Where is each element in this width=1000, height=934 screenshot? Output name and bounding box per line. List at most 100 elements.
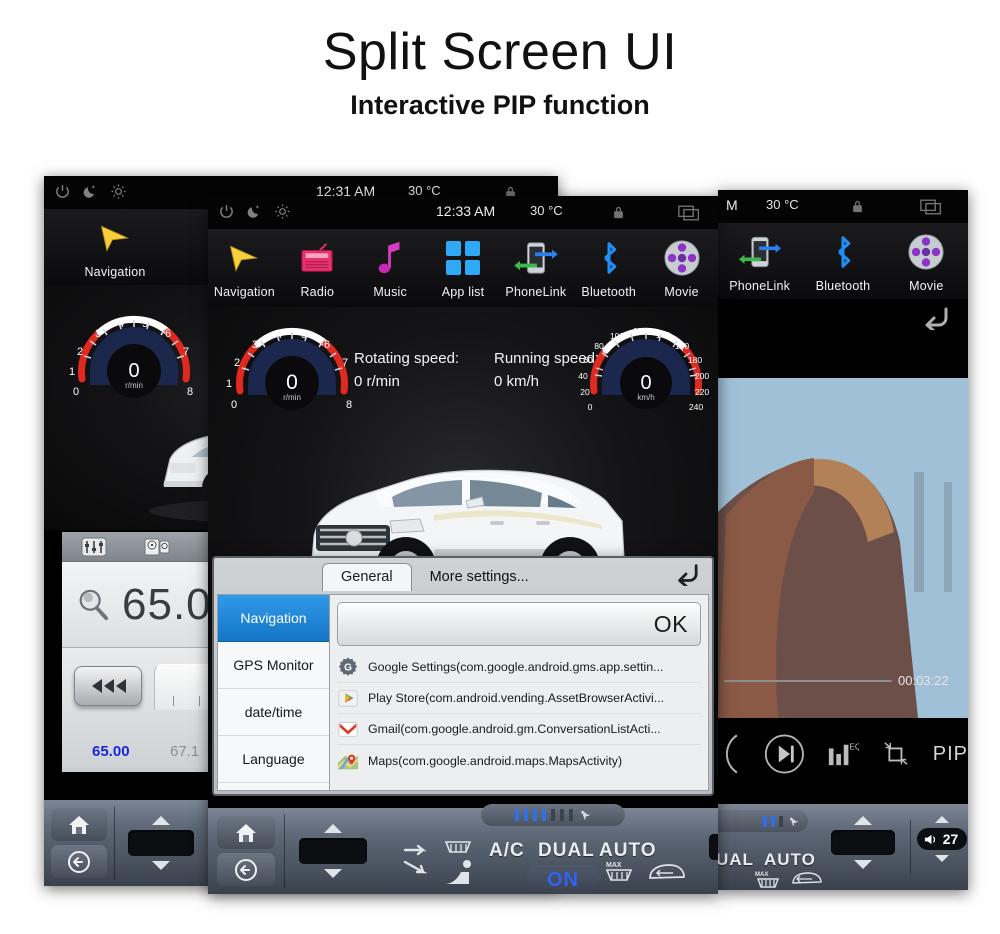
back-button[interactable] [217, 853, 275, 886]
seek-back-button[interactable] [74, 666, 142, 706]
sidebar-item-gps-monitor[interactable]: GPS Monitor [218, 642, 329, 689]
svg-text:r/min: r/min [283, 393, 301, 402]
settings-input-row[interactable]: OK [337, 602, 701, 646]
page-header: Split Screen UI Interactive PIP function [0, 0, 1000, 121]
back-button[interactable] [51, 845, 107, 878]
right-dual-label[interactable]: UAL [718, 850, 754, 870]
home-icon [69, 815, 89, 834]
grid-apps-icon [427, 237, 500, 279]
pip-button[interactable]: PIP [933, 743, 968, 766]
magnifier-icon[interactable] [76, 587, 110, 623]
fan-speed-indicator[interactable] [481, 804, 625, 826]
prev-track-partial-icon[interactable] [722, 730, 741, 778]
svg-text:60: 60 [583, 355, 593, 365]
max-defrost-icon[interactable]: MAX [754, 870, 784, 890]
app-music[interactable]: Music [354, 237, 427, 299]
right-fan-indicator[interactable] [718, 810, 808, 832]
list-item[interactable]: Gmail(com.google.android.gm.Conversation… [337, 714, 701, 745]
phonelink-icon [499, 237, 572, 279]
app-movie[interactable]: Movie [645, 237, 718, 299]
app-navigation[interactable]: Navigation [78, 217, 152, 279]
svg-text:1: 1 [226, 378, 232, 390]
video-progress-bar[interactable] [724, 680, 892, 682]
moon-icon[interactable] [82, 183, 99, 200]
middle-left-temp-stepper[interactable] [285, 824, 381, 878]
svg-text:2: 2 [234, 357, 240, 369]
airflow-icon[interactable] [403, 842, 435, 878]
front-defrost-icon[interactable] [443, 838, 473, 858]
brightness-icon[interactable] [110, 183, 127, 200]
right-auto-label[interactable]: AUTO [764, 850, 816, 870]
app-bluetooth[interactable]: Bluetooth [572, 237, 645, 299]
list-item[interactable]: Maps(com.google.android.maps.MapsActivit… [337, 745, 701, 776]
home-button[interactable] [217, 816, 275, 849]
svg-text:120: 120 [633, 326, 648, 336]
svg-text:6: 6 [165, 328, 171, 340]
disc-icon[interactable] [144, 537, 170, 557]
climate-on-badge[interactable]: ON [525, 865, 601, 894]
svg-text:8: 8 [346, 399, 352, 411]
temp-display [128, 830, 194, 856]
right-temp-stepper[interactable] [822, 816, 904, 869]
left-temp-stepper[interactable] [115, 816, 207, 870]
svg-text:r/min: r/min [125, 381, 143, 390]
app-navigation[interactable]: Navigation [208, 237, 281, 299]
sidebar-item-date-time[interactable]: date/time [218, 689, 329, 736]
right-back-arrow-icon[interactable] [920, 304, 950, 330]
volume-down-icon[interactable] [935, 855, 949, 862]
recirculate-icon[interactable] [790, 870, 824, 888]
settings-back-arrow-icon[interactable] [672, 562, 700, 586]
app-phonelink[interactable]: PhoneLink [499, 237, 572, 299]
sidebar-item-language[interactable]: Language [218, 736, 329, 783]
home-button[interactable] [51, 808, 107, 841]
list-item[interactable]: G Google Settings(com.google.android.gms… [337, 652, 701, 683]
dual-button[interactable]: DUAL [538, 840, 595, 862]
right-video-player[interactable]: 00:03:22 EQ [718, 332, 968, 800]
app-bluetooth[interactable]: Bluetooth [806, 231, 880, 293]
tach-value: 0 r/min [354, 373, 400, 391]
tab-general[interactable]: General [322, 563, 412, 591]
seek-back-icon [92, 679, 126, 693]
temp-down-icon[interactable] [152, 861, 170, 870]
max-defrost-icon[interactable]: MAX [603, 860, 637, 884]
app-app-list[interactable]: App list [427, 237, 500, 299]
recirculate-icon[interactable] [647, 862, 687, 884]
svg-text:0: 0 [231, 399, 237, 411]
temp-down-icon[interactable] [324, 869, 342, 878]
equalizer-icon[interactable] [81, 537, 107, 557]
volume-up-icon[interactable] [935, 816, 949, 823]
speedo-value: 0 km/h [494, 373, 540, 391]
seat-airflow-icon[interactable] [439, 858, 479, 888]
middle-tachometer: 0 r/min 0 12 3 4 5 67 8 [222, 311, 362, 436]
tab-more-settings[interactable]: More settings... [412, 564, 547, 591]
radio-icon [281, 237, 354, 279]
right-volume-stepper[interactable]: 27 [916, 816, 968, 862]
sidebar-item-navigation[interactable]: Navigation [218, 595, 329, 642]
power-icon[interactable] [218, 203, 235, 220]
equalizer-icon[interactable]: EQ [827, 738, 859, 770]
maps-icon [337, 752, 359, 769]
list-item[interactable]: Play Store(com.android.vending.AssetBrow… [337, 683, 701, 714]
middle-right-temp-stepper[interactable] [697, 820, 718, 874]
app-radio[interactable]: Radio [281, 237, 354, 299]
app-bluetooth-label: Bluetooth [815, 279, 871, 293]
app-phonelink[interactable]: PhoneLink [723, 231, 797, 293]
moon-icon[interactable] [246, 203, 263, 220]
minimize-icon[interactable] [881, 739, 911, 769]
google-settings-icon: G [338, 657, 358, 676]
next-track-icon[interactable] [763, 731, 806, 777]
settings-main: OK G Google Settings(com.google.android.… [329, 594, 709, 791]
ac-button[interactable]: A/C [489, 840, 525, 862]
temp-up-icon[interactable] [324, 824, 342, 833]
temp-up-icon[interactable] [152, 816, 170, 825]
window-icon [920, 199, 941, 215]
settings-tabs: General More settings... [214, 558, 712, 591]
auto-button[interactable]: AUTO [599, 840, 656, 862]
app-movie[interactable]: Movie [889, 231, 963, 293]
power-icon[interactable] [54, 183, 71, 200]
brightness-icon[interactable] [274, 203, 291, 220]
temp-down-icon[interactable] [854, 860, 872, 869]
tuner-frequency-value: 65.0 [122, 579, 212, 629]
ok-button[interactable]: OK [654, 611, 688, 638]
temp-up-icon[interactable] [854, 816, 872, 825]
